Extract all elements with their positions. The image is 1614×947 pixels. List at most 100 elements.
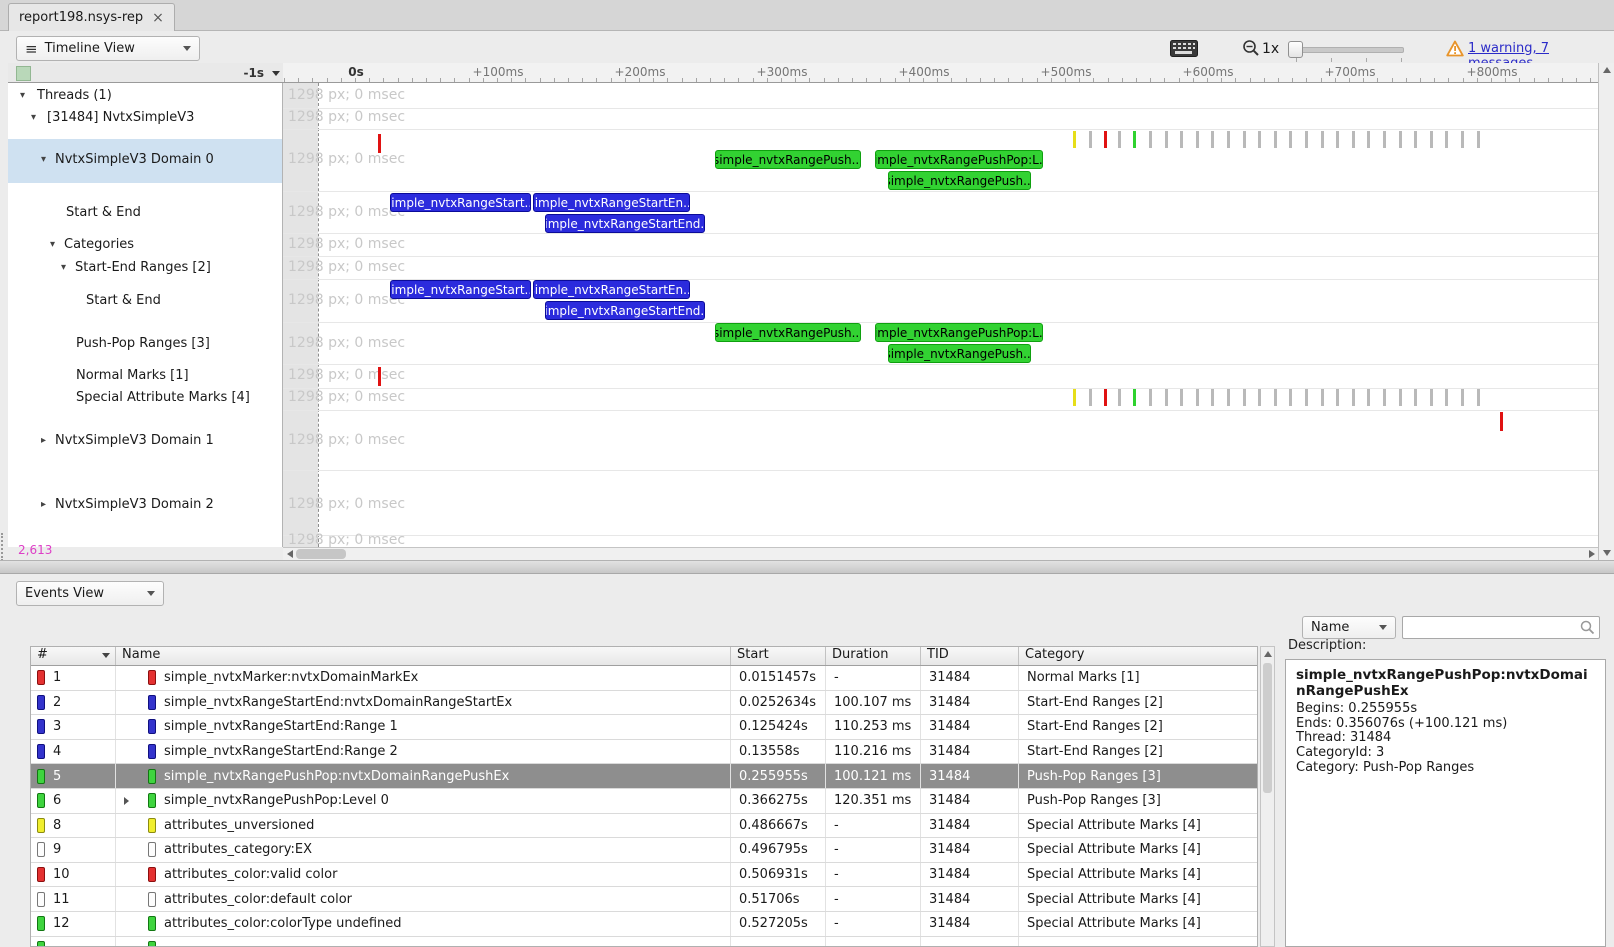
- chevron-right-icon[interactable]: ▸: [41, 495, 46, 515]
- event-mark-tick[interactable]: [1367, 389, 1370, 406]
- event-mark-tick[interactable]: [1227, 389, 1230, 406]
- expand-row-control[interactable]: [124, 797, 148, 805]
- events-view-dropdown[interactable]: Events View: [16, 581, 164, 606]
- table-row[interactable]: 11attributes_color:default color0.51706s…: [31, 887, 1257, 912]
- table-row[interactable]: 8attributes_unversioned0.486667s-31484Sp…: [31, 814, 1257, 839]
- nvtx-range-bar[interactable]: simple_nvtxRangePush...: [888, 171, 1031, 190]
- scroll-left-icon[interactable]: [283, 548, 296, 560]
- nvtx-range-bar[interactable]: simple_nvtxRangeStartEnd...: [545, 301, 705, 320]
- event-mark-tick[interactable]: [1399, 389, 1402, 406]
- event-mark-tick[interactable]: [1180, 131, 1183, 148]
- event-mark-tick[interactable]: [1336, 131, 1339, 148]
- chevron-down-icon[interactable]: ▾: [61, 258, 66, 278]
- event-mark-tick[interactable]: [1289, 389, 1292, 406]
- search-input[interactable]: [1402, 616, 1600, 639]
- event-mark-tick[interactable]: [1165, 131, 1168, 148]
- event-mark-tick[interactable]: [1445, 389, 1448, 406]
- event-mark-tick[interactable]: [1305, 131, 1308, 148]
- event-mark-tick[interactable]: [1133, 389, 1136, 406]
- chevron-down-icon[interactable]: ▾: [20, 86, 25, 106]
- event-mark-tick[interactable]: [1258, 131, 1261, 148]
- event-mark-tick[interactable]: [1321, 131, 1324, 148]
- event-mark-tick[interactable]: [1104, 131, 1107, 148]
- column-header-start[interactable]: Start: [731, 647, 826, 665]
- event-mark-tick[interactable]: [1149, 389, 1152, 406]
- table-row[interactable]: 1simple_nvtxMarker:nvtxDomainMarkEx0.015…: [31, 666, 1257, 691]
- event-mark-tick[interactable]: [1165, 389, 1168, 406]
- event-mark-tick[interactable]: [1211, 131, 1214, 148]
- event-mark-tick[interactable]: [1196, 389, 1199, 406]
- table-row[interactable]: 10attributes_color:valid color0.506931s-…: [31, 863, 1257, 888]
- filter-field-dropdown[interactable]: Name: [1302, 616, 1396, 639]
- event-mark-tick[interactable]: [1211, 389, 1214, 406]
- nvtx-range-bar[interactable]: simple_nvtxRangePush...: [888, 344, 1031, 363]
- table-row[interactable]: 9attributes_category:EX0.496795s-31484Sp…: [31, 838, 1257, 863]
- event-mark-tick[interactable]: [1367, 131, 1370, 148]
- nvtx-range-bar[interactable]: simple_nvtxRangePushPop:L...: [875, 323, 1043, 342]
- tree-item-31484-nvtxsimplev3[interactable]: [31484] NvtxSimpleV3▾: [47, 108, 194, 128]
- event-mark-tick[interactable]: [1149, 131, 1152, 148]
- nvtx-range-bar[interactable]: simple_nvtxRangeStartEn...: [533, 193, 690, 212]
- horizontal-scroll-thumb[interactable]: [296, 549, 346, 559]
- tree-item-nvtxsimplev3-domain-1[interactable]: NvtxSimpleV3 Domain 1▸: [55, 431, 214, 451]
- timeline-vertical-scrollbar[interactable]: [1598, 63, 1614, 560]
- column-header-name[interactable]: Name: [116, 647, 731, 665]
- event-mark-tick[interactable]: [1445, 131, 1448, 148]
- event-mark-tick[interactable]: [1258, 389, 1261, 406]
- event-mark-tick[interactable]: [1414, 389, 1417, 406]
- event-mark-tick[interactable]: [1383, 389, 1386, 406]
- column-header-num[interactable]: #: [31, 647, 116, 665]
- tree-item-threads-1[interactable]: Threads (1)▾: [37, 86, 112, 106]
- table-row[interactable]: 2simple_nvtxRangeStartEnd:nvtxDomainRang…: [31, 691, 1257, 716]
- nvtx-range-bar[interactable]: simple_nvtxRangeStartEnd...: [545, 214, 705, 233]
- table-row[interactable]: 5simple_nvtxRangePushPop:nvtxDomainRange…: [31, 764, 1257, 789]
- event-mark-tick[interactable]: [1243, 389, 1246, 406]
- tree-item-start-end[interactable]: Start & End: [86, 291, 161, 311]
- chevron-right-icon[interactable]: ▸: [41, 431, 46, 451]
- tree-item-nvtxsimplev3-domain-2[interactable]: NvtxSimpleV3 Domain 2▸: [55, 495, 214, 515]
- tree-item-normal-marks-1[interactable]: Normal Marks [1]: [76, 366, 189, 386]
- column-header-category[interactable]: Category: [1019, 647, 1257, 665]
- event-mark-tick[interactable]: [1352, 131, 1355, 148]
- event-mark-tick[interactable]: [1477, 131, 1480, 148]
- scroll-down-icon[interactable]: [1600, 547, 1613, 559]
- nvtx-range-bar[interactable]: simple_nvtxRangeStart...: [390, 280, 531, 299]
- chevron-down-icon[interactable]: ▾: [31, 108, 36, 128]
- event-mark-tick[interactable]: [1461, 389, 1464, 406]
- event-mark-tick[interactable]: [378, 367, 381, 386]
- event-mark-tick[interactable]: [1305, 389, 1308, 406]
- timeline-horizontal-scrollbar[interactable]: [283, 547, 1598, 560]
- scroll-up-icon[interactable]: [1261, 648, 1274, 660]
- table-scroll-thumb[interactable]: [1263, 663, 1272, 793]
- event-mark-tick[interactable]: [1414, 131, 1417, 148]
- chevron-down-icon[interactable]: ▾: [41, 150, 46, 170]
- event-mark-tick[interactable]: [1430, 131, 1433, 148]
- event-mark-tick[interactable]: [1399, 131, 1402, 148]
- event-mark-tick[interactable]: [1089, 389, 1092, 406]
- scroll-up-icon[interactable]: [1600, 64, 1613, 76]
- table-row[interactable]: 4simple_nvtxRangeStartEnd:Range 20.13558…: [31, 740, 1257, 765]
- event-mark-tick[interactable]: [1243, 131, 1246, 148]
- panel-divider[interactable]: [0, 560, 1614, 574]
- event-mark-tick[interactable]: [1352, 389, 1355, 406]
- event-mark-tick[interactable]: [1089, 131, 1092, 148]
- column-header-tid[interactable]: TID: [921, 647, 1019, 665]
- tree-item-push-pop-ranges-3[interactable]: Push-Pop Ranges [3]: [76, 334, 210, 354]
- events-table-scrollbar[interactable]: [1260, 646, 1275, 947]
- event-mark-tick[interactable]: [1133, 131, 1136, 148]
- event-mark-tick[interactable]: [1118, 389, 1121, 406]
- tree-item-nvtxsimplev3-domain-0[interactable]: NvtxSimpleV3 Domain 0▾: [55, 150, 214, 170]
- tree-item-start-end[interactable]: Start & End: [66, 203, 141, 223]
- event-mark-tick[interactable]: [1461, 131, 1464, 148]
- column-header-duration[interactable]: Duration: [826, 647, 921, 665]
- event-mark-tick[interactable]: [1180, 389, 1183, 406]
- event-mark-tick[interactable]: [1274, 389, 1277, 406]
- event-mark-tick[interactable]: [1274, 131, 1277, 148]
- event-mark-tick[interactable]: [1430, 389, 1433, 406]
- event-mark-tick[interactable]: [1321, 389, 1324, 406]
- event-mark-tick[interactable]: [1104, 389, 1107, 406]
- event-mark-tick[interactable]: [1289, 131, 1292, 148]
- event-mark-tick[interactable]: [378, 134, 381, 153]
- table-row[interactable]: 6simple_nvtxRangePushPop:Level 00.366275…: [31, 789, 1257, 814]
- event-mark-tick[interactable]: [1073, 389, 1076, 406]
